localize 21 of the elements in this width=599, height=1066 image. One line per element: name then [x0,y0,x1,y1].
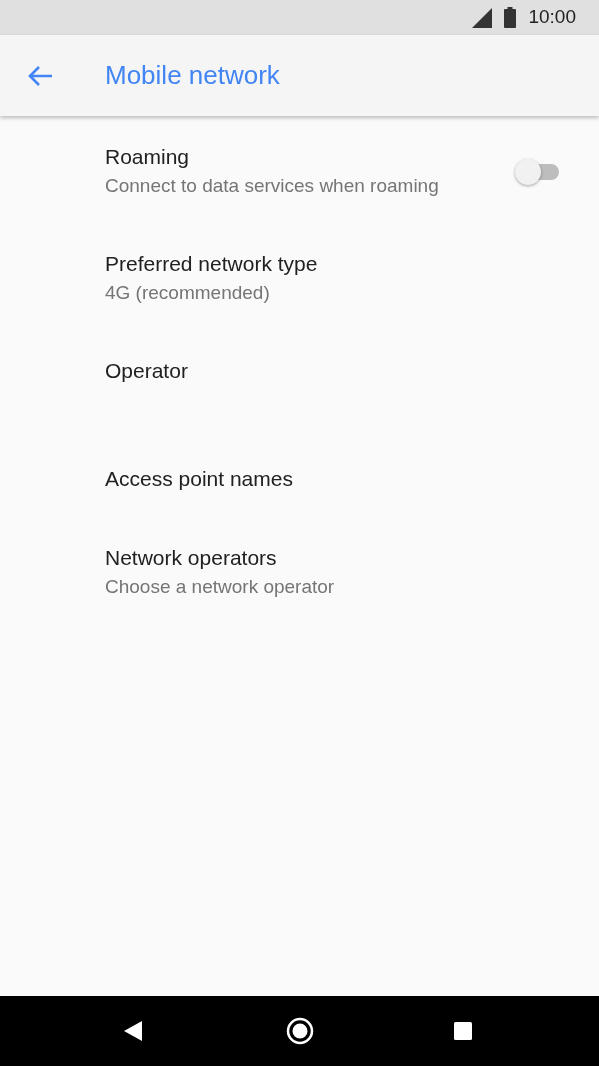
settings-row[interactable]: Network operators Choose a network operator [0,519,599,626]
settings-row[interactable]: Operator [0,332,599,439]
settings-row[interactable]: Roaming Connect to data services when roaming [0,118,599,225]
setting-title: Roaming [105,143,191,170]
clock-time: 10:00 [528,5,576,30]
screen-title: Mobile network [105,59,280,92]
setting-summary: Choose a network operator [105,574,336,599]
setting-title: Access point names [105,466,294,492]
back-arrow-icon [27,64,53,87]
setting-summary: Connect to data services when roaming [105,173,440,198]
settings-row[interactable]: Preferred network type 4G (recommended) [0,225,599,332]
home-nav-icon[interactable] [286,1017,314,1045]
setting-title: Network operators [105,544,278,571]
settings-row[interactable]: Access point names [0,439,599,519]
back-nav-icon[interactable] [124,1021,142,1041]
setting-title: Preferred network type [105,250,319,277]
signal-icon [472,7,493,28]
setting-summary: 4G (recommended) [105,280,271,305]
setting-title: Operator [105,357,189,384]
toggle-switch[interactable] [515,158,561,185]
battery-icon [504,7,517,28]
